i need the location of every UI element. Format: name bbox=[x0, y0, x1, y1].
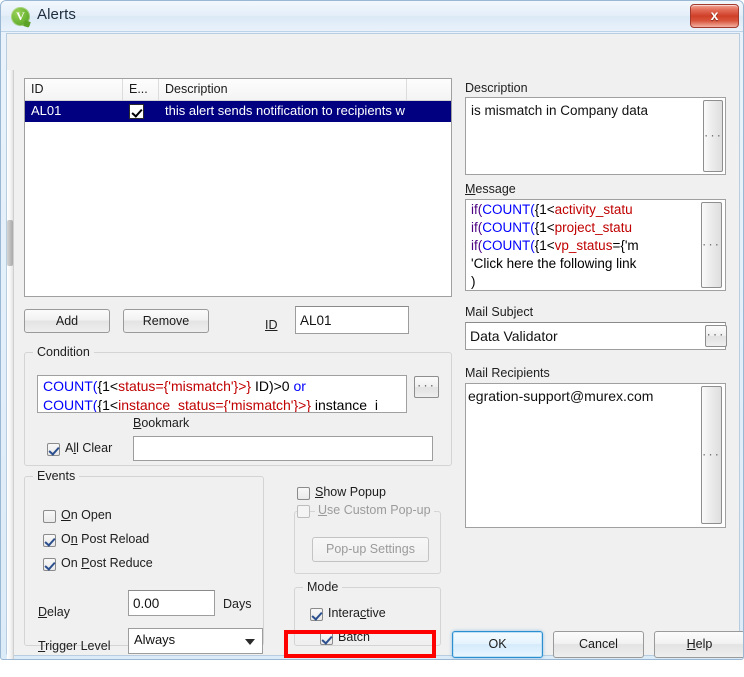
chevron-down-icon bbox=[245, 639, 255, 645]
help-button-label: Help bbox=[686, 637, 713, 651]
on-post-reduce-label[interactable]: On Post Reduce bbox=[61, 556, 153, 570]
message-expand-button[interactable] bbox=[701, 202, 722, 288]
remove-button-label: Remove bbox=[142, 314, 190, 328]
trigger-level-select[interactable]: Always bbox=[128, 628, 263, 654]
dialog-body: ID E... Description AL01 this alert send… bbox=[6, 33, 743, 659]
id-input[interactable]: AL01 bbox=[295, 306, 409, 334]
message-label: Message bbox=[465, 182, 516, 196]
column-header-description[interactable]: Description bbox=[159, 79, 407, 100]
mail-recipients-expand-button[interactable] bbox=[701, 386, 722, 524]
description-textarea[interactable]: is mismatch in Company data bbox=[465, 97, 726, 175]
interactive-checkbox[interactable] bbox=[310, 608, 323, 621]
trigger-level-value: Always bbox=[134, 632, 176, 647]
window-title: Alerts bbox=[37, 6, 76, 23]
description-label: Description bbox=[465, 81, 528, 95]
title-bar[interactable]: V Alerts x bbox=[1, 1, 743, 32]
alerts-dialog-window: V Alerts x ID E... Description AL01 this… bbox=[0, 0, 744, 660]
help-button[interactable]: Help bbox=[654, 631, 743, 658]
delay-input[interactable]: 0.00 bbox=[128, 590, 215, 616]
events-group-title: Events bbox=[33, 469, 80, 483]
mail-recipients-textarea[interactable]: egration-support@murex.com bbox=[465, 383, 726, 528]
all-clear-checkbox[interactable] bbox=[47, 443, 60, 456]
id-field-label: ID bbox=[265, 318, 278, 332]
mail-recipients-value: egration-support@murex.com bbox=[468, 388, 654, 404]
mail-subject-ellipsis-button[interactable] bbox=[705, 325, 727, 347]
description-expand-button[interactable] bbox=[703, 100, 723, 172]
use-custom-popup-checkbox[interactable] bbox=[297, 505, 310, 518]
alerts-list[interactable]: ID E... Description AL01 this alert send… bbox=[24, 78, 452, 297]
popup-settings-label: Pop-up Settings bbox=[326, 542, 415, 556]
show-popup-label[interactable]: Show Popup bbox=[315, 485, 386, 499]
message-line-3: if(COUNT({1<vp_status={'m bbox=[471, 238, 639, 253]
popup-settings-button: Pop-up Settings bbox=[312, 537, 429, 562]
cell-description: this alert sends notification to recipie… bbox=[165, 103, 405, 118]
all-clear-label[interactable]: All Clear bbox=[65, 441, 112, 455]
message-line-2: if(COUNT({1<project_statu bbox=[471, 220, 632, 235]
message-line-5: ) bbox=[471, 274, 476, 289]
mail-subject-label: Mail Subject bbox=[465, 305, 534, 319]
alerts-list-header: ID E... Description bbox=[25, 79, 451, 101]
column-header-blank[interactable] bbox=[407, 79, 451, 100]
bookmark-select[interactable] bbox=[133, 436, 433, 461]
close-icon[interactable]: x bbox=[690, 4, 739, 28]
column-header-id[interactable]: ID bbox=[25, 79, 123, 100]
row-enabled-checkbox[interactable] bbox=[129, 104, 144, 119]
cancel-button[interactable]: Cancel bbox=[553, 631, 644, 658]
condition-line-1: COUNT({1<status={'mismatch'}>} ID)>0 or bbox=[43, 378, 306, 394]
description-value: is mismatch in Company data bbox=[471, 103, 649, 118]
delay-unit-label: Days bbox=[223, 597, 252, 611]
show-popup-checkbox[interactable] bbox=[297, 487, 310, 500]
condition-line-2: COUNT({1<instance_status={'mismatch'}>} … bbox=[43, 397, 378, 413]
mode-group: Mode Interactive Batch bbox=[294, 580, 441, 646]
condition-expression-editor[interactable]: COUNT({1<status={'mismatch'}>} ID)>0 or … bbox=[37, 375, 407, 413]
interactive-label[interactable]: Interactive bbox=[328, 606, 386, 620]
mail-recipients-label: Mail Recipients bbox=[465, 366, 550, 380]
left-edge-scrollbar[interactable] bbox=[7, 70, 14, 659]
message-textarea[interactable]: if(COUNT({1<activity_statu if(COUNT({1<p… bbox=[465, 199, 726, 291]
on-post-reload-checkbox[interactable] bbox=[43, 534, 56, 547]
mode-group-title: Mode bbox=[303, 580, 343, 594]
on-post-reload-label[interactable]: On Post Reload bbox=[61, 532, 149, 546]
events-group: Events On Open On Post Reload On Post Re… bbox=[24, 469, 264, 654]
qlikview-v-icon: V bbox=[11, 7, 30, 26]
cancel-button-label: Cancel bbox=[579, 637, 618, 651]
mail-subject-input[interactable]: Data Validator bbox=[465, 322, 726, 350]
ok-button[interactable]: OK bbox=[452, 631, 543, 658]
on-post-reduce-checkbox[interactable] bbox=[43, 558, 56, 571]
condition-group-title: Condition bbox=[33, 345, 94, 359]
remove-button[interactable]: Remove bbox=[123, 309, 209, 333]
trigger-level-label: Trigger Level bbox=[38, 639, 111, 653]
add-button[interactable]: Add bbox=[24, 309, 110, 333]
delay-label: Delay bbox=[38, 605, 70, 619]
column-header-enabled[interactable]: E... bbox=[123, 79, 159, 100]
add-button-label: Add bbox=[55, 314, 79, 328]
condition-group: Condition COUNT({1<status={'mismatch'}>}… bbox=[24, 345, 452, 466]
ok-button-label: OK bbox=[488, 637, 507, 651]
message-line-1: if(COUNT({1<activity_statu bbox=[471, 202, 633, 217]
message-line-4: 'Click here the following link bbox=[471, 256, 637, 271]
custom-popup-group: Use Custom Pop-up Pop-up Settings bbox=[294, 503, 441, 574]
batch-label[interactable]: Batch bbox=[338, 630, 370, 644]
use-custom-popup-label[interactable]: Use Custom Pop-up bbox=[315, 503, 434, 517]
on-open-label[interactable]: On Open bbox=[61, 508, 112, 522]
scrollbar-thumb[interactable] bbox=[7, 220, 13, 266]
bookmark-label: Bookmark bbox=[133, 416, 190, 430]
batch-checkbox[interactable] bbox=[320, 632, 333, 645]
on-open-checkbox[interactable] bbox=[43, 510, 56, 523]
table-row[interactable]: AL01 this alert sends notification to re… bbox=[25, 101, 451, 122]
cell-id: AL01 bbox=[31, 103, 62, 118]
condition-expression-ellipsis-button[interactable] bbox=[414, 376, 439, 398]
